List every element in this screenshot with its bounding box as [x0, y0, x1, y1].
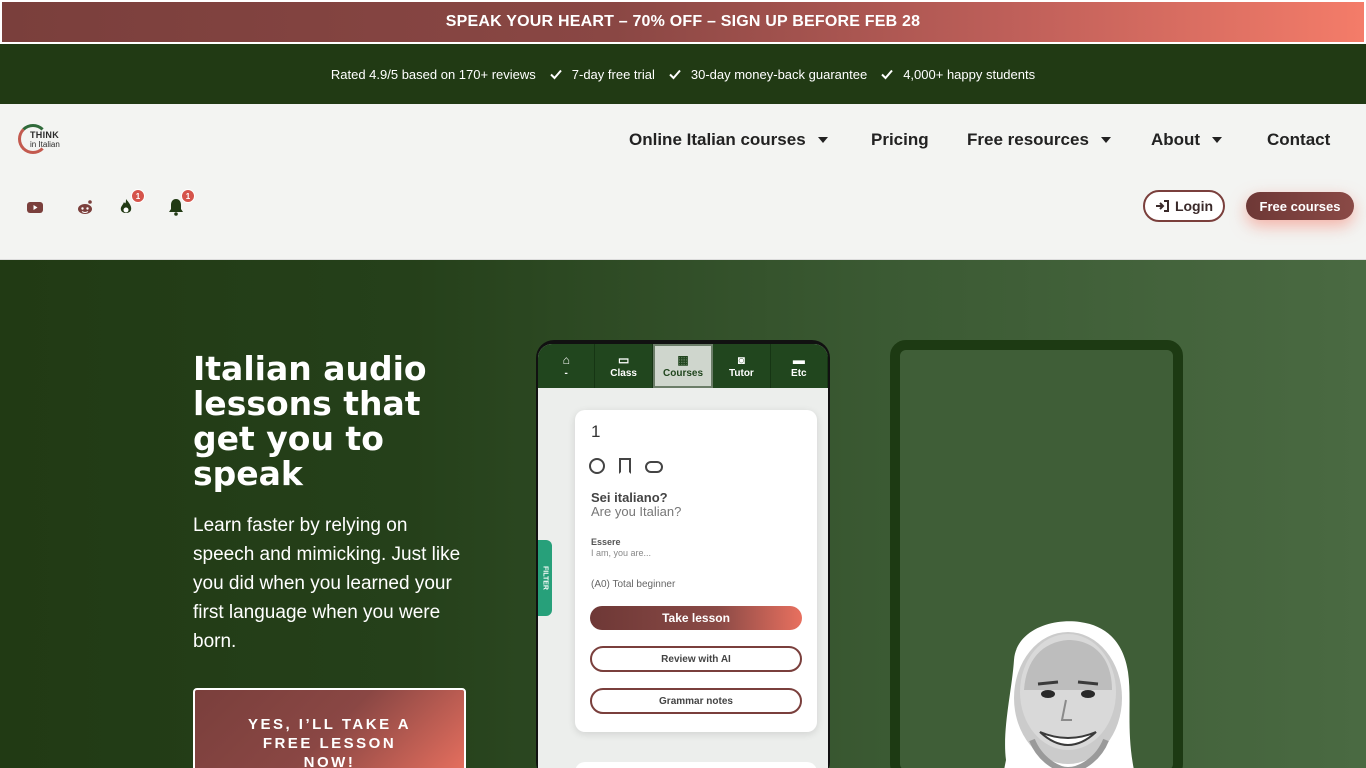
nav-label: Free resources — [967, 130, 1089, 149]
trust-item-label: 30-day money-back guarantee — [690, 66, 868, 82]
app-tab-courses[interactable]: ▦ Courses — [652, 344, 714, 388]
app-tab-etc[interactable]: ▬ Etc — [771, 344, 828, 388]
trust-item-free-trial: 7-day free trial — [550, 67, 655, 82]
app-tab-label: Courses — [663, 367, 704, 379]
lesson-card-icons — [589, 458, 663, 474]
robot-icon: ◙ — [737, 352, 746, 367]
nav-contact[interactable]: Contact — [1267, 126, 1330, 154]
bell-icon — [169, 199, 183, 216]
trust-item-label: 4,000+ happy students — [903, 66, 1036, 82]
cloud-icon[interactable] — [645, 461, 663, 473]
flame-icon — [120, 199, 132, 213]
grid-icon: ▦ — [677, 352, 689, 367]
hero-title: Italian audio lessons that get you to sp… — [193, 349, 427, 493]
caret-down-icon — [1212, 137, 1223, 143]
nav-label: Pricing — [871, 130, 929, 149]
reddit-icon — [78, 200, 92, 214]
sign-in-icon — [1155, 200, 1169, 212]
app-tab-class[interactable]: ▭ Class — [595, 344, 653, 388]
nav-label: Online Italian courses — [629, 130, 806, 149]
trust-item-guarantee: 30-day money-back guarantee — [669, 67, 867, 82]
folder-icon: ▬ — [792, 352, 805, 367]
app-tab-label: Class — [610, 367, 637, 379]
lesson-title-english: Are you Italian? — [591, 504, 682, 519]
hero-subtitle: Learn faster by relying on speech and mi… — [193, 515, 461, 652]
check-icon — [550, 69, 562, 80]
bookmark-icon[interactable] — [619, 458, 631, 474]
free-lesson-cta-button[interactable]: YES, I’LL TAKE A FREE LESSON NOW! — [193, 688, 466, 768]
youtube-icon — [27, 202, 43, 213]
streak-button[interactable]: 1 — [115, 189, 145, 218]
app-tab-bar: ⌂ - ▭ Class ▦ Courses ◙ Tutor ▬ Etc — [538, 344, 828, 388]
free-courses-label: Free courses — [1259, 198, 1341, 214]
nav-about[interactable]: About — [1151, 126, 1223, 154]
lesson-title-italian: Sei italiano? — [591, 490, 668, 505]
app-tab-label: Tutor — [729, 367, 754, 379]
rating-text: Rated 4.9/5 based on 170+ reviews — [330, 66, 536, 82]
free-courses-button[interactable]: Free courses — [1246, 192, 1354, 220]
trust-item-label: 7-day free trial — [571, 66, 655, 82]
trust-bar: Rated 4.9/5 based on 170+ reviews 7-day … — [0, 44, 1366, 104]
app-tab-home[interactable]: ⌂ - — [538, 344, 596, 388]
logo-text-line1: THINK — [30, 130, 59, 140]
home-icon: ⌂ — [562, 352, 570, 367]
lesson-level: (A0) Total beginner — [591, 579, 676, 590]
check-icon — [669, 69, 681, 80]
lesson-verb: Essere — [591, 537, 621, 547]
check-icon — [881, 69, 893, 80]
caret-down-icon — [817, 137, 828, 143]
site-logo[interactable]: THINK in Italian — [18, 124, 68, 158]
nav-label: About — [1151, 130, 1201, 149]
trust-item-students: 4,000+ happy students — [881, 67, 1035, 82]
next-lesson-card — [575, 762, 817, 768]
streak-badge: 1 — [131, 189, 145, 203]
nav-pricing[interactable]: Pricing — [871, 126, 929, 154]
notifications-button[interactable]: 1 — [165, 189, 195, 218]
app-tab-label: - — [564, 367, 568, 379]
caret-down-icon — [1100, 137, 1111, 143]
nav-online-italian-courses[interactable]: Online Italian courses — [629, 126, 828, 154]
login-label: Login — [1174, 198, 1214, 214]
logo-text-line2: in Italian — [30, 140, 60, 149]
lesson-card: 1 Sei italiano? Are you Italian? Essere … — [575, 410, 817, 732]
reddit-link[interactable] — [74, 196, 96, 218]
teacher-portrait — [1004, 621, 1134, 768]
promo-banner[interactable]: SPEAK YOUR HEART – 70% OFF – SIGN UP BEF… — [0, 0, 1366, 44]
notifications-badge: 1 — [181, 189, 195, 203]
app-tab-label: Etc — [791, 367, 807, 379]
lesson-number: 1 — [591, 422, 601, 441]
filter-tab[interactable]: FILTER — [538, 540, 552, 616]
grammar-notes-button[interactable]: Grammar notes — [590, 688, 802, 714]
youtube-link[interactable] — [24, 196, 46, 218]
nav-free-resources[interactable]: Free resources — [967, 126, 1111, 154]
login-button[interactable]: Login — [1143, 190, 1225, 222]
app-tab-tutor[interactable]: ◙ Tutor — [713, 344, 771, 388]
take-lesson-button[interactable]: Take lesson — [590, 606, 802, 630]
promo-text: SPEAK YOUR HEART – 70% OFF – SIGN UP BEF… — [445, 13, 921, 30]
app-screen: ⌂ - ▭ Class ▦ Courses ◙ Tutor ▬ Etc FILT… — [538, 344, 828, 768]
class-icon: ▭ — [617, 352, 630, 367]
lesson-verb-translation: I am, you are... — [591, 548, 652, 558]
check-circle-icon[interactable] — [589, 458, 605, 474]
nav-label: Contact — [1267, 130, 1331, 149]
app-phone-mockup: ⌂ - ▭ Class ▦ Courses ◙ Tutor ▬ Etc FILT… — [536, 340, 830, 768]
review-with-ai-button[interactable]: Review with AI — [590, 646, 802, 672]
